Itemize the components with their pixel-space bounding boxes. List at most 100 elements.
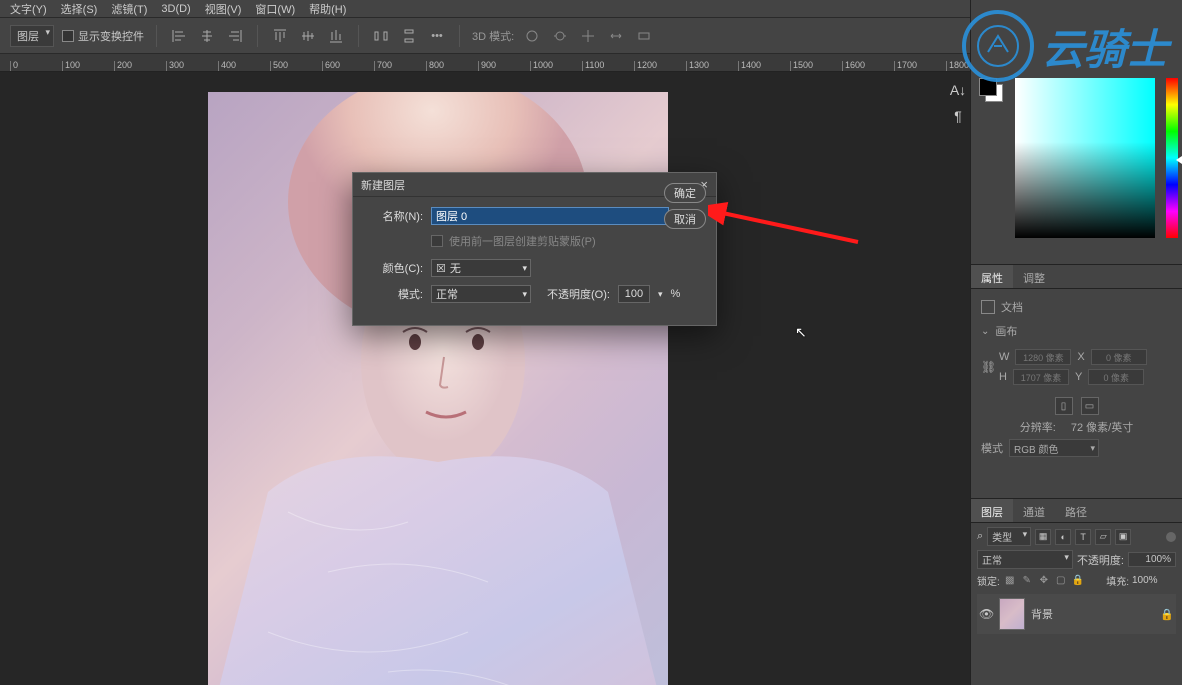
color-picker-field[interactable] xyxy=(1015,78,1155,238)
fg-bg-swatch[interactable] xyxy=(979,78,1007,106)
filter-toggle-icon[interactable] xyxy=(1166,532,1176,542)
ruler-tick: 800 xyxy=(426,61,444,71)
x-field[interactable]: 0 像素 xyxy=(1091,349,1147,365)
ruler-tick: 1000 xyxy=(530,61,553,71)
align-bottom-icon[interactable] xyxy=(326,26,346,46)
ruler-tick: 900 xyxy=(478,61,496,71)
layer-item-background[interactable]: 👁 背景 🔒 xyxy=(977,594,1176,634)
colormode-dropdown[interactable]: RGB 颜色 xyxy=(1009,439,1099,457)
blendmode-dropdown[interactable]: 正常 xyxy=(977,550,1073,569)
align-hcenter-icon[interactable] xyxy=(197,26,217,46)
color-label: 颜色(C): xyxy=(363,260,423,276)
layer-opacity-input[interactable]: 100% xyxy=(1128,552,1176,567)
clip-mask-label: 使用前一图层创建剪贴蒙版(P) xyxy=(449,233,596,249)
hue-slider[interactable] xyxy=(1166,78,1178,238)
filter-shape-icon[interactable]: ▱ xyxy=(1095,529,1111,545)
slide-icon[interactable] xyxy=(606,26,626,46)
menu-item[interactable]: 窗口(W) xyxy=(255,1,295,17)
fill-input[interactable]: 100% xyxy=(1132,575,1176,586)
align-top-icon[interactable] xyxy=(270,26,290,46)
menu-item[interactable]: 滤镜(T) xyxy=(111,1,147,17)
menu-item[interactable]: 选择(S) xyxy=(61,1,98,17)
resolution-label: 分辨率: xyxy=(1020,419,1056,435)
menu-item[interactable]: 文字(Y) xyxy=(10,1,47,17)
tab-properties[interactable]: 属性 xyxy=(971,265,1013,288)
distribute-h-icon[interactable] xyxy=(371,26,391,46)
distribute-v-icon[interactable] xyxy=(399,26,419,46)
filter-pixel-icon[interactable]: ▦ xyxy=(1035,529,1051,545)
filter-adjust-icon[interactable]: ◐ xyxy=(1055,529,1071,545)
show-transform-checkbox[interactable]: 显示变换控件 xyxy=(62,28,144,44)
color-dropdown[interactable]: 无 xyxy=(431,259,531,277)
percent-label: % xyxy=(670,288,680,300)
zoom-icon[interactable] xyxy=(634,26,654,46)
checkbox-label: 显示变换控件 xyxy=(78,28,144,44)
y-field[interactable]: 0 像素 xyxy=(1088,369,1144,385)
link-icon[interactable]: ⛓ xyxy=(981,360,995,374)
tab-paths[interactable]: 路径 xyxy=(1055,499,1097,522)
checkbox-icon xyxy=(431,235,443,247)
ruler-tick: 200 xyxy=(114,61,132,71)
menu-item[interactable]: 3D(D) xyxy=(161,3,190,15)
visibility-icon[interactable]: 👁 xyxy=(979,607,993,621)
tab-adjustments[interactable]: 调整 xyxy=(1013,265,1055,288)
ok-button[interactable]: 确定 xyxy=(664,183,706,203)
lock-all-icon[interactable]: 🔒 xyxy=(1071,574,1085,588)
watermark: 云骑士 xyxy=(962,10,1168,82)
roll-icon[interactable] xyxy=(550,26,570,46)
menu-item[interactable]: 视图(V) xyxy=(205,1,242,17)
clip-mask-checkbox: 使用前一图层创建剪贴蒙版(P) xyxy=(431,233,706,249)
ruler-tick: 1700 xyxy=(894,61,917,71)
checkbox-icon xyxy=(62,30,74,42)
height-field[interactable]: 1707 像素 xyxy=(1013,369,1069,385)
landscape-orient-icon[interactable]: ▭ xyxy=(1081,397,1099,415)
filter-kind-dropdown[interactable]: 类型 xyxy=(987,527,1031,546)
watermark-logo-icon xyxy=(962,10,1034,82)
ruler-tick: 500 xyxy=(270,61,288,71)
mode-dropdown[interactable]: 正常 xyxy=(431,285,531,303)
opacity-label: 不透明度: xyxy=(1077,552,1124,568)
color-panel xyxy=(979,78,1178,246)
name-label: 名称(N): xyxy=(363,208,423,224)
ruler-tick: 300 xyxy=(166,61,184,71)
name-input[interactable]: 图层 0 xyxy=(431,207,669,225)
orbit-icon[interactable] xyxy=(522,26,542,46)
align-left-icon[interactable] xyxy=(169,26,189,46)
lock-paint-icon[interactable]: ✎ xyxy=(1020,574,1034,588)
layer-name: 背景 xyxy=(1031,606,1053,622)
lock-artboard-icon[interactable]: ▢ xyxy=(1054,574,1068,588)
pan-icon[interactable] xyxy=(578,26,598,46)
canvas-area: 1500140013001200110010009008007006005004… xyxy=(0,54,970,685)
lock-position-icon[interactable]: ✥ xyxy=(1037,574,1051,588)
more-options-icon[interactable]: ••• xyxy=(427,26,447,46)
lock-label: 锁定: xyxy=(977,573,1000,588)
paragraph-panel-icon[interactable]: ¶ xyxy=(948,106,968,126)
ruler-tick: 600 xyxy=(322,61,340,71)
filter-smart-icon[interactable]: ▣ xyxy=(1115,529,1131,545)
canvas-section-header[interactable]: 画布 xyxy=(981,323,1172,339)
right-panels: A↓ ¶ 属性 调整 文档 画布 ⛓ W1280 像素 X0 像素 xyxy=(970,0,1182,685)
type-panel-icon[interactable]: A↓ xyxy=(948,80,968,100)
search-icon[interactable]: ⌕ xyxy=(977,530,983,543)
opacity-input[interactable]: 100 xyxy=(618,285,650,303)
layers-panel: 图层 通道 路径 ⌕ 类型 ▦ ◐ T ▱ ▣ 正常 不透明度: 100% 锁定… xyxy=(971,498,1182,685)
opacity-label: 不透明度(O): xyxy=(547,286,610,302)
filter-type-icon[interactable]: T xyxy=(1075,529,1091,545)
align-right-icon[interactable] xyxy=(225,26,245,46)
document-label: 文档 xyxy=(1001,299,1023,315)
portrait-orient-icon[interactable]: ▯ xyxy=(1055,397,1073,415)
horizontal-ruler: 1500140013001200110010009008007006005004… xyxy=(0,54,970,72)
properties-panel: 属性 调整 文档 画布 ⛓ W1280 像素 X0 像素 H1707 像素 Y0… xyxy=(971,264,1182,488)
tab-channels[interactable]: 通道 xyxy=(1013,499,1055,522)
autoselect-dropdown[interactable]: 图层 xyxy=(10,25,54,47)
lock-transparent-icon[interactable]: ▩ xyxy=(1003,574,1017,588)
cancel-button[interactable]: 取消 xyxy=(664,209,706,229)
width-field[interactable]: 1280 像素 xyxy=(1015,349,1071,365)
menu-item[interactable]: 帮助(H) xyxy=(309,1,346,17)
ruler-tick: 400 xyxy=(218,61,236,71)
chevron-down-icon[interactable]: ▾ xyxy=(658,289,663,300)
align-vcenter-icon[interactable] xyxy=(298,26,318,46)
ruler-tick: 1600 xyxy=(842,61,865,71)
dialog-titlebar[interactable]: 新建图层 × xyxy=(353,173,716,197)
tab-layers[interactable]: 图层 xyxy=(971,499,1013,522)
